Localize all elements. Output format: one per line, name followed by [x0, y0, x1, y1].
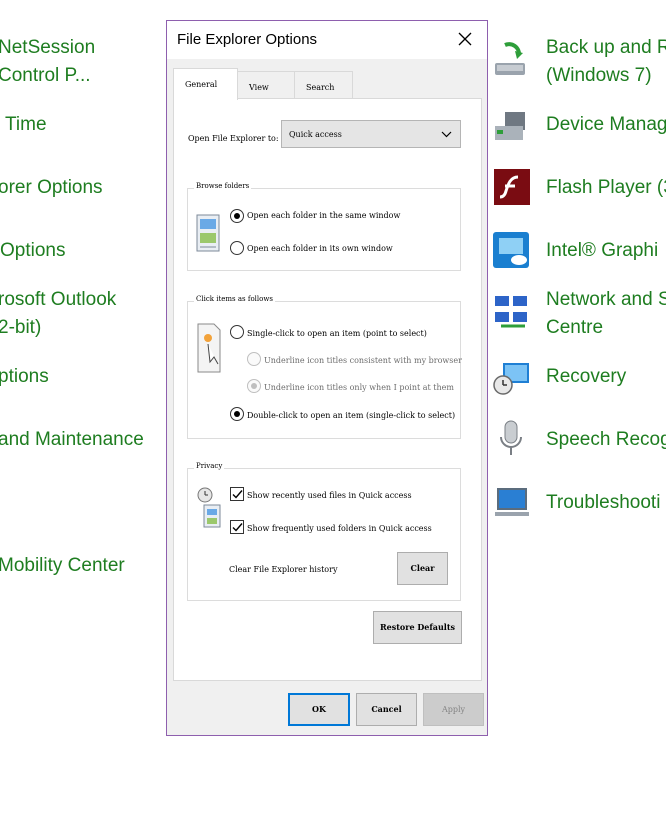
- checkbox-frequent-folders[interactable]: [230, 520, 244, 534]
- cp-link-device-manager[interactable]: Device Manag: [546, 111, 666, 139]
- cp-link-mobility-center[interactable]: Mobility Center: [0, 552, 125, 580]
- cp-link-network-cont[interactable]: Centre: [546, 314, 603, 342]
- flash-player-icon[interactable]: [492, 167, 532, 207]
- recent-files-label: Show recently used files in Quick access: [247, 491, 412, 500]
- chevron-down-icon: [441, 131, 452, 138]
- cp-link-netsession-cont[interactable]: Control P...: [0, 62, 91, 90]
- frequent-folders-label: Show frequently used folders in Quick ac…: [247, 524, 432, 533]
- cp-link-speech[interactable]: Speech Recog: [546, 426, 666, 454]
- cp-link-troubleshooting[interactable]: Troubleshooti: [546, 489, 660, 517]
- tab-general[interactable]: General: [173, 68, 238, 100]
- radio-same-window[interactable]: [230, 209, 244, 223]
- click-items-title: Click items as follows: [194, 295, 275, 303]
- radio-underline-browser[interactable]: [247, 352, 261, 366]
- cp-link-options[interactable]: Options: [0, 237, 65, 265]
- backup-icon[interactable]: [491, 41, 531, 81]
- browse-folders-group: Browse folders Open each folder in the s…: [187, 182, 461, 271]
- restore-defaults-button[interactable]: Restore Defaults: [373, 611, 462, 644]
- tab-view[interactable]: View: [237, 71, 295, 99]
- folder-windows-icon: [196, 214, 220, 252]
- file-explorer-options-dialog: File Explorer Options General View Searc…: [166, 20, 488, 736]
- own-window-label: Open each folder in its own window: [247, 244, 393, 253]
- apply-button[interactable]: Apply: [423, 693, 484, 726]
- title-bar[interactable]: File Explorer Options: [167, 21, 487, 59]
- clear-history-label: Clear File Explorer history: [229, 565, 338, 574]
- radio-double-click[interactable]: [230, 407, 244, 421]
- checkbox-recent-files[interactable]: [230, 487, 244, 501]
- intel-graphics-icon[interactable]: [491, 230, 531, 270]
- privacy-title: Privacy: [194, 462, 225, 470]
- privacy-group: Privacy Show recently used files in Quic…: [187, 462, 461, 601]
- radio-underline-point[interactable]: [247, 379, 261, 393]
- check-icon: [232, 490, 243, 499]
- cp-link-network[interactable]: Network and S: [546, 286, 666, 314]
- privacy-history-icon: [197, 487, 221, 528]
- network-sharing-icon[interactable]: [491, 292, 531, 332]
- cp-link-intel-graphics[interactable]: Intel® Graphi: [546, 237, 658, 265]
- recovery-icon[interactable]: [491, 359, 531, 399]
- device-manager-icon[interactable]: [491, 106, 531, 146]
- cp-link-netsession[interactable]: NetSession: [0, 34, 95, 62]
- same-window-label: Open each folder in the same window: [247, 211, 401, 220]
- cp-link-maintenance[interactable]: and Maintenance: [0, 426, 144, 454]
- cp-link-outlook-cont[interactable]: 2-bit): [0, 314, 41, 342]
- radio-single-click[interactable]: [230, 325, 244, 339]
- microphone-icon[interactable]: [491, 419, 531, 459]
- click-document-icon: [197, 323, 221, 373]
- cp-link-outlook[interactable]: rosoft Outlook: [0, 286, 116, 314]
- single-click-label: Single-click to open an item (point to s…: [247, 329, 427, 338]
- cp-link-time[interactable]: Time: [5, 111, 47, 139]
- radio-own-window[interactable]: [230, 241, 244, 255]
- dialog-title: File Explorer Options: [177, 31, 318, 48]
- general-tab-panel: Open File Explorer to: Quick access Brow…: [173, 98, 482, 681]
- cp-link-recovery[interactable]: Recovery: [546, 363, 626, 391]
- open-explorer-label: Open File Explorer to:: [188, 134, 279, 143]
- ok-button[interactable]: OK: [288, 693, 350, 726]
- cp-link-explorer-options[interactable]: orer Options: [0, 174, 103, 202]
- cancel-button[interactable]: Cancel: [356, 693, 417, 726]
- double-click-label: Double-click to open an item (single-cli…: [247, 411, 456, 420]
- open-explorer-dropdown[interactable]: Quick access: [281, 120, 461, 148]
- underline-browser-label: Underline icon titles consistent with my…: [264, 356, 462, 365]
- check-icon: [232, 523, 243, 532]
- click-items-group: Click items as follows Single-click to o…: [187, 295, 462, 439]
- tab-search[interactable]: Search: [294, 71, 353, 99]
- clear-button[interactable]: Clear: [397, 552, 448, 585]
- close-icon[interactable]: [457, 31, 473, 47]
- underline-point-label: Underline icon titles only when I point …: [264, 383, 454, 392]
- cp-link-options-2[interactable]: ptions: [0, 363, 49, 391]
- troubleshooting-icon[interactable]: [491, 482, 531, 522]
- cp-link-backup[interactable]: Back up and R: [546, 34, 666, 62]
- browse-folders-title: Browse folders: [194, 182, 252, 190]
- cp-link-flash-player[interactable]: Flash Player (3: [546, 174, 666, 202]
- cp-link-backup-cont[interactable]: (Windows 7): [546, 62, 652, 90]
